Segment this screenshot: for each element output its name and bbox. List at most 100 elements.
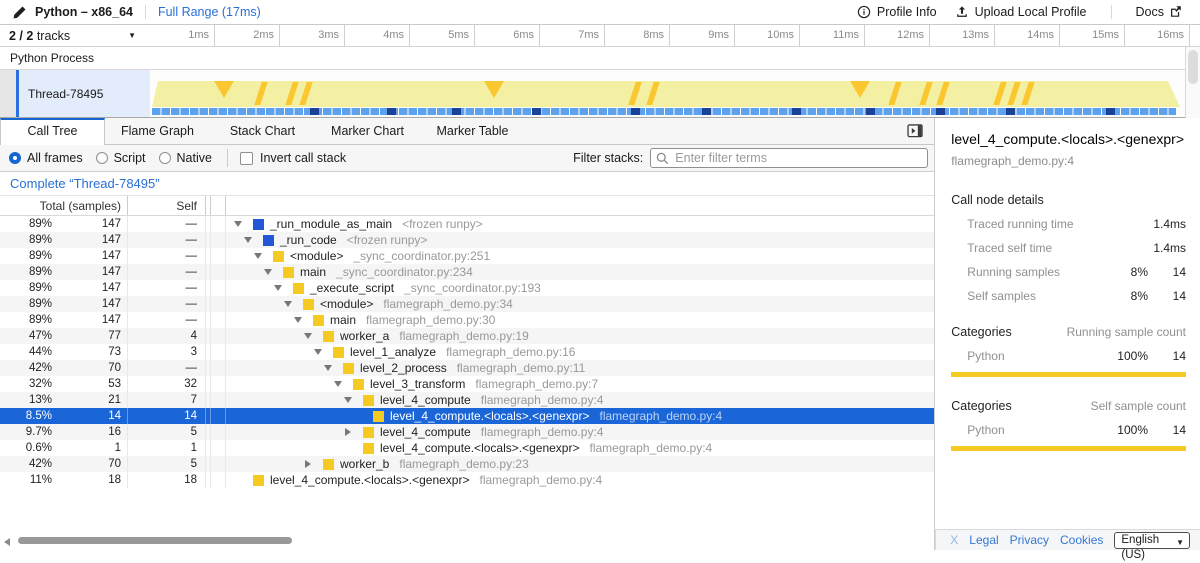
twisty-icon[interactable] <box>343 428 363 436</box>
profile-info-button[interactable]: Profile Info <box>851 3 943 22</box>
radio-icon[interactable] <box>159 152 171 164</box>
invert-call-stack-checkbox[interactable]: Invert call stack <box>240 151 346 165</box>
table-row[interactable]: 89%147—_run_module_as_main<frozen runpy> <box>0 216 934 232</box>
tab-stack-chart[interactable]: Stack Chart <box>210 118 315 144</box>
radio-icon[interactable] <box>96 152 108 164</box>
table-row[interactable]: 89%147—_run_code<frozen runpy> <box>0 232 934 248</box>
radio-native[interactable]: Native <box>159 151 212 165</box>
twisty-icon[interactable] <box>343 397 363 403</box>
thread-track-label[interactable]: Thread-78495 <box>19 70 150 117</box>
table-row[interactable]: 89%147—<module>flamegraph_demo.py:34 <box>0 296 934 312</box>
total-count: 16 <box>52 426 127 438</box>
docs-button[interactable]: Docs <box>1130 3 1190 22</box>
radio-icon[interactable] <box>9 152 21 164</box>
cell-function-name: _execute_script_sync_coordinator.py:193 <box>226 280 934 296</box>
footer-link-legal[interactable]: Legal <box>969 533 998 547</box>
total-percent: 0.6% <box>0 442 52 454</box>
function-location: flamegraph_demo.py:4 <box>479 473 602 487</box>
activity-graph-fill <box>152 81 1180 107</box>
open-sidebar-icon[interactable] <box>907 124 924 143</box>
upload-profile-button[interactable]: Upload Local Profile <box>949 3 1093 22</box>
full-range-link[interactable]: Full Range (17ms) <box>158 5 261 19</box>
function-name: level_2_process <box>360 361 447 375</box>
tracks-vertical-scrollbar[interactable] <box>1185 47 1200 118</box>
twisty-icon[interactable] <box>283 301 303 307</box>
total-percent: 89% <box>0 282 52 294</box>
cell-self: 32 <box>128 376 206 392</box>
scrollbar-thumb[interactable] <box>1188 50 1198 84</box>
table-row[interactable]: 44%733level_1_analyzeflamegraph_demo.py:… <box>0 344 934 360</box>
radio-all-frames[interactable]: All frames <box>9 151 83 165</box>
table-row[interactable]: 11%1818level_4_compute.<locals>.<genexpr… <box>0 472 934 488</box>
table-row[interactable]: 89%147—<module>_sync_coordinator.py:251 <box>0 248 934 264</box>
ruler-tick: 2ms <box>215 25 280 46</box>
cell-function-name: level_4_compute.<locals>.<genexpr>flameg… <box>226 408 934 424</box>
column-header-total[interactable]: Total (samples) <box>0 196 128 215</box>
ruler-tick: 6ms <box>475 25 540 46</box>
marker-slash-icon <box>254 82 267 105</box>
category-color-icon <box>363 427 374 438</box>
twisty-icon[interactable] <box>303 460 323 468</box>
category-color-icon <box>263 235 274 246</box>
category-color-icon <box>353 379 364 390</box>
cell-spacer <box>210 296 226 312</box>
column-header-self[interactable]: Self <box>128 196 206 215</box>
tracks-dropdown[interactable]: 2 / 2 tracks ▼ <box>0 25 150 46</box>
twisty-icon[interactable] <box>303 333 323 339</box>
twisty-icon[interactable] <box>333 381 353 387</box>
cell-self: — <box>128 248 206 264</box>
footer-link-privacy[interactable]: Privacy <box>1010 533 1049 547</box>
filter-stacks-input[interactable] <box>650 148 928 168</box>
footer-link-cookies[interactable]: Cookies <box>1060 533 1103 547</box>
detail-value: 1.4ms <box>1148 241 1186 255</box>
call-node-sidebar: level_4_compute.<locals>.<genexpr> flame… <box>934 118 1200 550</box>
cell-total-samples: 89%147 <box>0 312 128 328</box>
cell-total-samples: 89%147 <box>0 248 128 264</box>
category-color-icon <box>343 363 354 374</box>
twisty-icon[interactable] <box>273 285 293 291</box>
table-row[interactable]: 32%5332level_3_transformflamegraph_demo.… <box>0 376 934 392</box>
thread-track-row[interactable]: Thread-78495 <box>0 70 1200 118</box>
table-row[interactable]: 89%147—mainflamegraph_demo.py:30 <box>0 312 934 328</box>
checkbox-icon[interactable] <box>240 152 253 165</box>
radio-script[interactable]: Script <box>96 151 146 165</box>
table-row[interactable]: 89%147—_execute_script_sync_coordinator.… <box>0 280 934 296</box>
language-select[interactable]: English (US) <box>1114 532 1190 549</box>
thread-activity-graph[interactable] <box>150 70 1200 117</box>
tab-call-tree[interactable]: Call Tree <box>0 118 105 145</box>
tab-marker-table[interactable]: Marker Table <box>420 118 525 144</box>
category-bar <box>951 372 1186 377</box>
profile-title[interactable]: Python – x86_64 <box>35 5 133 19</box>
tab-flame-graph[interactable]: Flame Graph <box>105 118 210 144</box>
table-row[interactable]: 0.6%11level_4_compute.<locals>.<genexpr>… <box>0 440 934 456</box>
twisty-icon[interactable] <box>313 349 333 355</box>
function-name: _run_code <box>280 233 337 247</box>
chevron-down-icon: ▼ <box>128 31 136 40</box>
twisty-icon[interactable] <box>243 237 263 243</box>
timeline-ruler: 1ms2ms3ms4ms5ms6ms7ms8ms9ms10ms11ms12ms1… <box>150 25 1200 46</box>
table-row[interactable]: 8.5%1414level_4_compute.<locals>.<genexp… <box>0 408 934 424</box>
table-row[interactable]: 42%705worker_bflamegraph_demo.py:23 <box>0 456 934 472</box>
table-row[interactable]: 9.7%165level_4_computeflamegraph_demo.py… <box>0 424 934 440</box>
chevron-open-icon <box>274 285 282 291</box>
cell-total-samples: 42%70 <box>0 456 128 472</box>
twisty-icon[interactable] <box>293 317 313 323</box>
tab-marker-chart[interactable]: Marker Chart <box>315 118 420 144</box>
breadcrumb-root-link[interactable]: Complete “Thread-78495” <box>10 176 160 191</box>
process-track-row[interactable]: Python Process <box>0 47 1200 70</box>
total-percent: 42% <box>0 458 52 470</box>
twisty-icon[interactable] <box>323 365 343 371</box>
twisty-icon[interactable] <box>253 253 273 259</box>
cell-spacer <box>210 440 226 456</box>
table-row[interactable]: 13%217level_4_computeflamegraph_demo.py:… <box>0 392 934 408</box>
scroll-left-arrow-icon[interactable] <box>4 538 10 546</box>
scrollbar-thumb[interactable] <box>18 537 292 544</box>
footer-close-button[interactable]: X <box>950 533 958 547</box>
twisty-icon[interactable] <box>233 221 253 227</box>
table-row[interactable]: 89%147—main_sync_coordinator.py:234 <box>0 264 934 280</box>
edit-pencil-icon[interactable] <box>12 5 27 20</box>
twisty-icon[interactable] <box>263 269 283 275</box>
table-row[interactable]: 42%70—level_2_processflamegraph_demo.py:… <box>0 360 934 376</box>
category-color-icon <box>313 315 324 326</box>
table-row[interactable]: 47%774worker_aflamegraph_demo.py:19 <box>0 328 934 344</box>
